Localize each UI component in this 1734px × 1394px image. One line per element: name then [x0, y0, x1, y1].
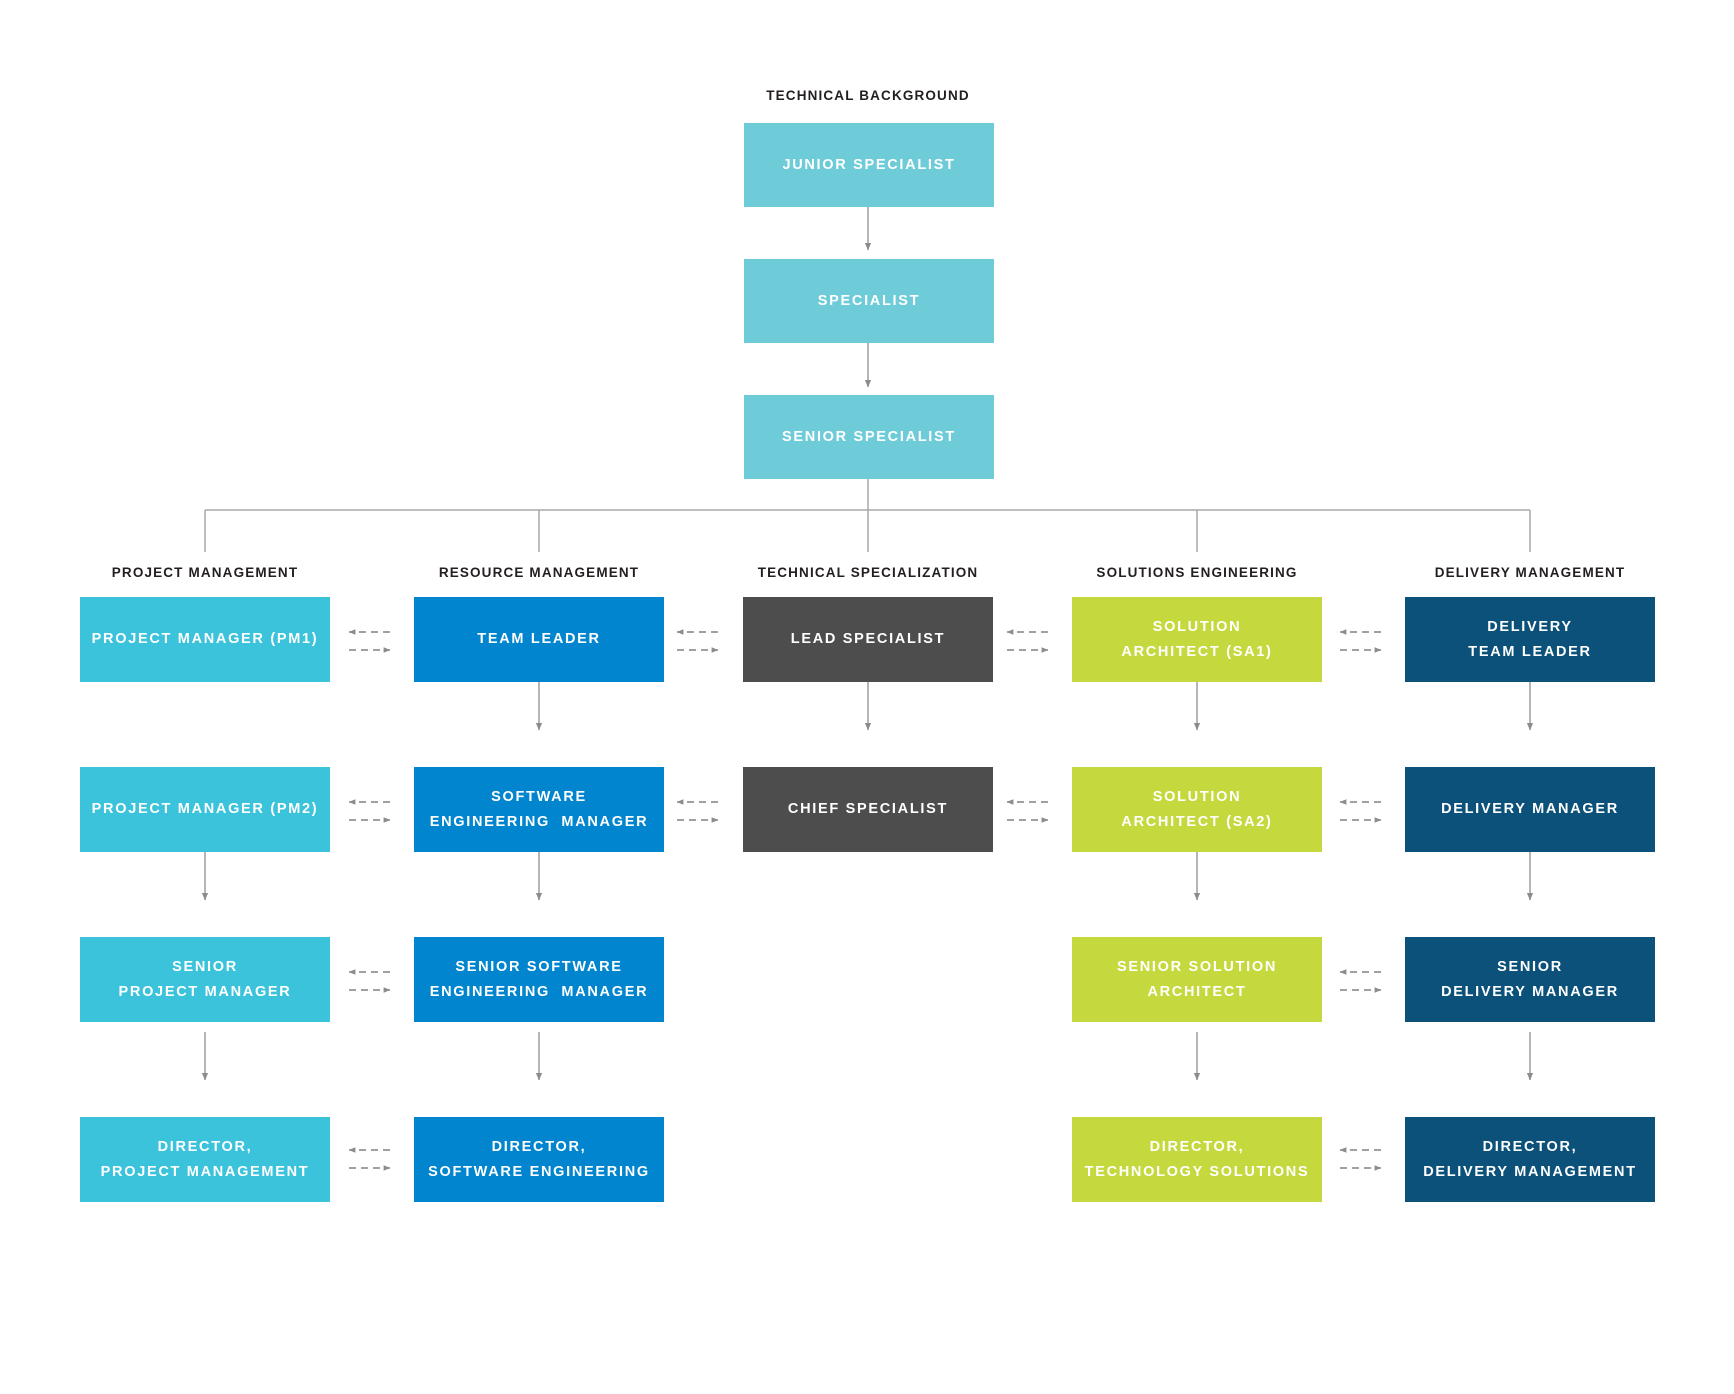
box-label-line2: ENGINEERING MANAGER [429, 813, 649, 830]
box-label-line2: ARCHITECT (SA1) [1121, 643, 1273, 660]
box-label: LEAD SPECIALIST [790, 631, 946, 648]
box-chief-specialist[interactable]: CHIEF SPECIALIST [743, 767, 993, 852]
box-label-line1: SENIOR [172, 958, 238, 975]
box-senior-delivery-manager[interactable]: SENIOR DELIVERY MANAGER [1405, 937, 1655, 1022]
box-label-line1: DIRECTOR, [1149, 1138, 1245, 1155]
box-label-line1: SENIOR SOLUTION [1116, 958, 1278, 975]
box-label-line2: DELIVERY MANAGER [1441, 983, 1619, 1000]
box-label-line1: SOLUTION [1152, 788, 1242, 805]
column-vertical-arrows [201, 682, 1534, 1081]
box-software-engineering-manager[interactable]: SOFTWARE ENGINEERING MANAGER [414, 767, 664, 852]
box-solution-architect-sa1[interactable]: SOLUTION ARCHITECT (SA1) [1072, 597, 1322, 682]
box-lead-specialist[interactable]: LEAD SPECIALIST [743, 597, 993, 682]
lateral-move-arrows [348, 629, 1382, 1171]
box-junior-specialist[interactable]: JUNIOR SPECIALIST [744, 123, 994, 207]
box-label-line2: TECHNOLOGY SOLUTIONS [1084, 1163, 1310, 1180]
column-title-project-management: PROJECT MANAGEMENT [111, 565, 299, 580]
box-label: CHIEF SPECIALIST [787, 801, 949, 818]
box-label: SPECIALIST [817, 292, 921, 309]
box-delivery-manager[interactable]: DELIVERY MANAGER [1405, 767, 1655, 852]
box-label-line2: ENGINEERING MANAGER [429, 983, 649, 1000]
box-solution-architect-sa2[interactable]: SOLUTION ARCHITECT (SA2) [1072, 767, 1322, 852]
box-label-line1: DIRECTOR, [157, 1138, 253, 1155]
box-label-line2: ARCHITECT (SA2) [1121, 813, 1273, 830]
box-label-line2: ARCHITECT [1147, 983, 1247, 1000]
column-title-delivery-management: DELIVERY MANAGEMENT [1434, 565, 1626, 580]
box-senior-specialist[interactable]: SENIOR SPECIALIST [744, 395, 994, 479]
box-label-line2: PROJECT MANAGEMENT [100, 1163, 310, 1180]
box-label-line1: SOLUTION [1152, 618, 1242, 635]
section-title-technical-background: TECHNICAL BACKGROUND [766, 88, 970, 103]
box-label-line2: SOFTWARE ENGINEERING [428, 1163, 650, 1180]
box-director-software-engineering[interactable]: DIRECTOR, SOFTWARE ENGINEERING [414, 1117, 664, 1202]
box-project-manager-pm1[interactable]: PROJECT MANAGER (PM1) [80, 597, 330, 682]
box-label-line1: SOFTWARE [491, 788, 587, 805]
box-project-manager-pm2[interactable]: PROJECT MANAGER (PM2) [80, 767, 330, 852]
box-senior-software-engineering-manager[interactable]: SENIOR SOFTWARE ENGINEERING MANAGER [414, 937, 664, 1022]
box-label: JUNIOR SPECIALIST [782, 156, 956, 173]
box-director-project-management[interactable]: DIRECTOR, PROJECT MANAGEMENT [80, 1117, 330, 1202]
box-label-line1: DIRECTOR, [491, 1138, 587, 1155]
box-label-line2: DELIVERY MANAGEMENT [1423, 1163, 1637, 1180]
box-label-line1: DIRECTOR, [1482, 1138, 1578, 1155]
box-label: PROJECT MANAGER (PM2) [91, 801, 319, 818]
box-label-line2: PROJECT MANAGER [118, 983, 292, 1000]
box-director-delivery-management[interactable]: DIRECTOR, DELIVERY MANAGEMENT [1405, 1117, 1655, 1202]
box-label-line2: TEAM LEADER [1468, 643, 1592, 660]
branch-bus [204, 479, 1531, 552]
box-delivery-team-leader[interactable]: DELIVERY TEAM LEADER [1405, 597, 1655, 682]
box-label: TEAM LEADER [477, 631, 601, 648]
career-path-diagram: TECHNICAL BACKGROUND JUNIOR SPECIALIST S… [0, 0, 1734, 1394]
box-label: DELIVERY MANAGER [1441, 801, 1619, 818]
column-title-technical-specialization: TECHNICAL SPECIALIZATION [757, 565, 979, 580]
box-team-leader[interactable]: TEAM LEADER [414, 597, 664, 682]
box-label: PROJECT MANAGER (PM1) [91, 631, 319, 648]
box-label-line1: DELIVERY [1487, 618, 1573, 635]
box-label-line1: SENIOR [1497, 958, 1563, 975]
box-label-line1: SENIOR SOFTWARE [455, 958, 623, 975]
column-title-resource-management: RESOURCE MANAGEMENT [438, 565, 640, 580]
box-senior-project-manager[interactable]: SENIOR PROJECT MANAGER [80, 937, 330, 1022]
box-senior-solution-architect[interactable]: SENIOR SOLUTION ARCHITECT [1072, 937, 1322, 1022]
box-director-technology-solutions[interactable]: DIRECTOR, TECHNOLOGY SOLUTIONS [1072, 1117, 1322, 1202]
box-label: SENIOR SPECIALIST [782, 428, 956, 445]
column-title-solutions-engineering: SOLUTIONS ENGINEERING [1096, 565, 1298, 580]
box-specialist[interactable]: SPECIALIST [744, 259, 994, 343]
